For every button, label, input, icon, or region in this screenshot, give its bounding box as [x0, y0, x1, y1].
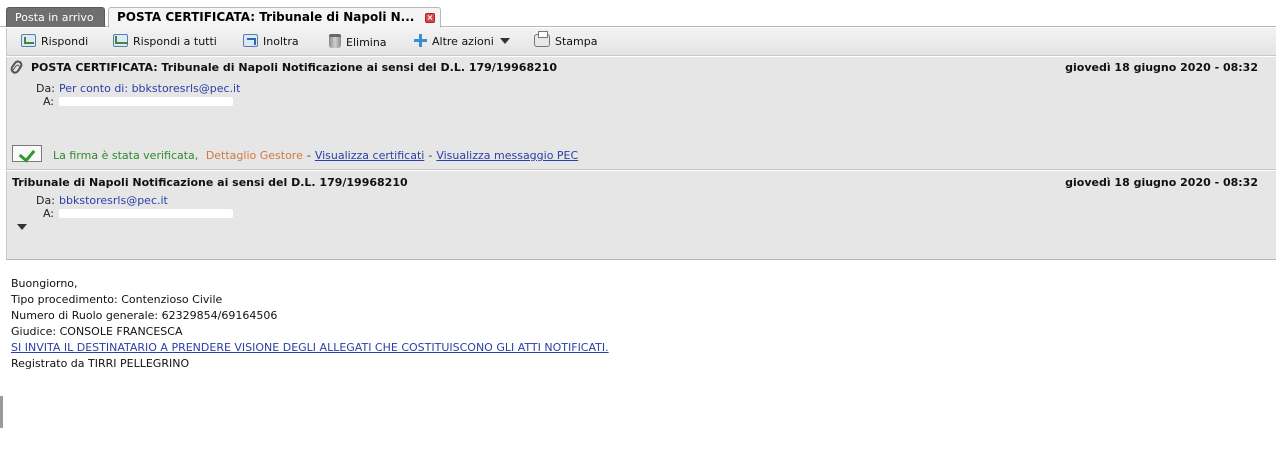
view-pec-message-link[interactable]: Visualizza messaggio PEC: [436, 149, 578, 162]
chevron-down-icon: [499, 38, 510, 44]
reply-all-button[interactable]: Rispondi a tutti: [113, 34, 217, 51]
expand-details-icon[interactable]: [17, 224, 27, 230]
delete-button[interactable]: Elimina: [329, 34, 387, 51]
pec-from-row: Da: Per conto di: bbkstoresrls@pec.it: [36, 82, 240, 95]
message-subject: Tribunale di Napoli Notificazione ai sen…: [12, 176, 408, 189]
message-from-row: Da: bbkstoresrls@pec.it: [36, 194, 168, 207]
body-line: Numero di Ruolo generale: 62329854/69164…: [11, 309, 278, 322]
from-address-link[interactable]: bbkstoresrls@pec.it: [59, 194, 168, 207]
message-toolbar: Rispondi Rispondi a tutti Inoltra Elimin…: [6, 28, 1276, 56]
from-label: Da:: [36, 194, 55, 207]
forward-button[interactable]: Inoltra: [243, 34, 299, 51]
forward-icon: [243, 34, 258, 47]
pec-date: giovedì 18 giugno 2020 - 08:32: [1065, 61, 1258, 74]
redacted-recipient: [59, 209, 233, 218]
from-label: Da:: [36, 82, 55, 95]
delete-label: Elimina: [346, 36, 387, 49]
message-date: giovedì 18 giugno 2020 - 08:32: [1065, 176, 1258, 189]
body-attachments-link[interactable]: SI INVITA IL DESTINATARIO A PRENDERE VIS…: [11, 341, 609, 354]
reply-button[interactable]: Rispondi: [21, 34, 88, 51]
separator: -: [306, 149, 311, 162]
pec-subject: POSTA CERTIFICATA: Tribunale di Napoli N…: [31, 61, 558, 74]
signature-status: La firma è stata verificata,: [53, 149, 199, 162]
plus-icon: [414, 34, 427, 47]
tab-inbox[interactable]: Posta in arrivo: [6, 7, 105, 27]
more-actions-button[interactable]: Altre azioni: [414, 34, 510, 51]
redacted-recipient: [59, 97, 233, 106]
body-greeting: Buongiorno,: [11, 277, 78, 290]
resize-handle[interactable]: [0, 396, 3, 428]
from-address-link[interactable]: bbkstoresrls@pec.it: [132, 82, 241, 95]
view-certificates-link[interactable]: Visualizza certificati: [315, 149, 424, 162]
message-body: Buongiorno, Tipo procedimento: Contenzio…: [11, 276, 609, 372]
tab-inbox-label: Posta in arrivo: [15, 11, 94, 24]
to-label: A:: [42, 95, 54, 108]
tab-certified-mail-label: POSTA CERTIFICATA: Tribunale di Napoli N…: [117, 10, 415, 24]
signature-row: La firma è stata verificata, Dettaglio G…: [53, 149, 578, 162]
separator: -: [428, 149, 433, 162]
reply-all-icon: [113, 34, 128, 47]
print-button[interactable]: Stampa: [534, 31, 598, 51]
trash-icon: [329, 34, 341, 48]
close-icon[interactable]: ×: [425, 13, 435, 23]
printer-icon: [534, 31, 550, 47]
provider-detail-link[interactable]: Dettaglio Gestore: [206, 149, 303, 162]
from-prefix: Per conto di:: [59, 82, 129, 95]
message-header: Tribunale di Napoli Notificazione ai sen…: [6, 171, 1276, 260]
tab-certified-mail[interactable]: POSTA CERTIFICATA: Tribunale di Napoli N…: [108, 7, 441, 28]
body-line: Registrato da TIRRI PELLEGRINO: [11, 357, 190, 370]
pec-to-row: A:: [36, 95, 233, 108]
body-line: Tipo procedimento: Contenzioso Civile: [11, 293, 223, 306]
message-to-row: A:: [36, 207, 233, 220]
reply-all-label: Rispondi a tutti: [133, 35, 217, 48]
forward-label: Inoltra: [263, 35, 299, 48]
pec-header: POSTA CERTIFICATA: Tribunale di Napoli N…: [6, 57, 1276, 170]
reply-label: Rispondi: [41, 35, 89, 48]
paperclip-icon: [8, 58, 25, 76]
reply-icon: [21, 34, 36, 47]
to-label: A:: [42, 207, 54, 220]
print-label: Stampa: [555, 35, 598, 48]
tab-bar: Posta in arrivo POSTA CERTIFICATA: Tribu…: [0, 0, 1276, 28]
body-line: Giudice: CONSOLE FRANCESCA: [11, 325, 183, 338]
signature-verified-icon: [12, 145, 42, 162]
more-actions-label: Altre azioni: [432, 35, 494, 48]
